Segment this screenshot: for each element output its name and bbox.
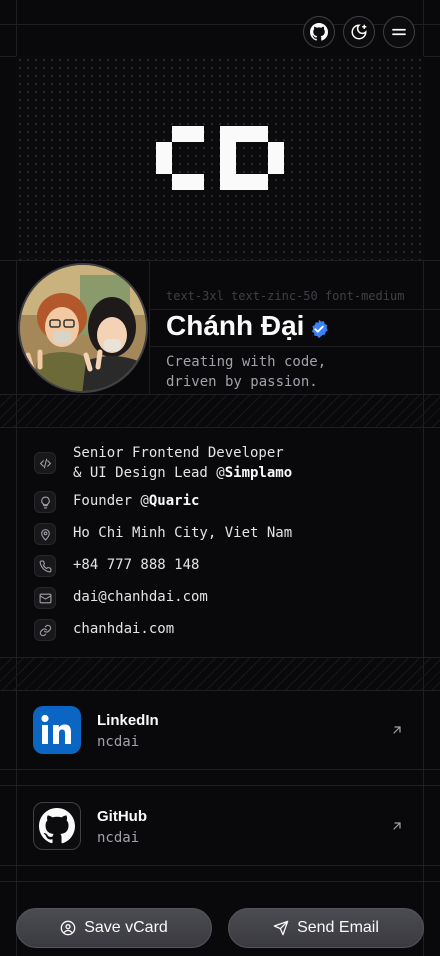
menu-button[interactable] — [383, 16, 415, 48]
send-email-label: Send Email — [297, 919, 379, 936]
save-vcard-button[interactable]: Save vCard — [16, 908, 212, 948]
theme-toggle-icon — [351, 24, 367, 40]
code-icon — [34, 452, 56, 474]
grid-line — [0, 260, 440, 261]
lightbulb-icon — [34, 491, 56, 513]
detail-founder: Founder @Quaric — [34, 491, 199, 513]
github-button[interactable] — [303, 16, 335, 48]
external-link-icon — [393, 726, 401, 734]
separator-hatch — [0, 395, 440, 427]
phone-link[interactable]: +84 777 888 148 — [73, 555, 199, 575]
linkedin-icon — [33, 706, 81, 754]
grid-line — [149, 260, 150, 394]
social-handle: ncdai — [97, 830, 140, 846]
link-icon — [34, 619, 56, 641]
location-text: Ho Chi Minh City, Viet Nam — [73, 525, 293, 541]
detail-phone[interactable]: +84 777 888 148 — [34, 555, 199, 577]
external-link-icon — [393, 822, 401, 830]
send-icon — [273, 920, 289, 936]
detail-email[interactable]: dai@chanhdai.com — [34, 587, 208, 609]
founder-label: Founder @ — [73, 493, 149, 509]
founder-company-link[interactable]: Quaric — [149, 493, 200, 509]
grid-line — [0, 769, 440, 770]
role-title: Senior Frontend Developer — [73, 445, 284, 461]
role-line: & UI Design Lead @ — [73, 465, 225, 481]
hero-banner — [16, 56, 424, 260]
detail-role: Senior Frontend Developer & UI Design Le… — [34, 443, 292, 483]
company-link[interactable]: Simplamo — [225, 465, 292, 481]
grid-line — [0, 785, 440, 786]
brand-logo-icon — [156, 126, 284, 190]
flip-sentence: text-3xl text-zinc-50 font-medium — [166, 289, 405, 303]
grid-line — [149, 346, 440, 347]
email-link[interactable]: dai@chanhdai.com — [73, 587, 208, 607]
grid-line — [0, 881, 440, 882]
social-name: LinkedIn — [97, 712, 159, 729]
tagline-line: driven by passion. — [166, 374, 318, 390]
detail-location: Ho Chi Minh City, Viet Nam — [34, 523, 292, 545]
avatar-illustration-icon — [20, 265, 146, 391]
theme-toggle-button[interactable] — [343, 16, 375, 48]
grid-line — [0, 427, 440, 428]
user-circle-icon — [60, 920, 76, 936]
tagline-line: Creating with code, — [166, 354, 327, 370]
social-link-linkedin[interactable]: LinkedIn ncdai — [17, 691, 423, 769]
github-icon — [310, 23, 328, 41]
map-pin-icon — [34, 523, 56, 545]
website-link[interactable]: chanhdai.com — [73, 619, 174, 639]
menu-icon — [392, 28, 406, 36]
separator-hatch — [0, 658, 440, 690]
github-icon — [33, 802, 81, 850]
verified-badge-icon — [311, 319, 328, 339]
top-bar — [0, 0, 440, 56]
phone-icon — [34, 555, 56, 577]
profile-tagline: Creating with code, driven by passion. — [166, 352, 416, 392]
save-vcard-label: Save vCard — [84, 919, 168, 936]
mail-icon — [34, 587, 56, 609]
detail-website[interactable]: chanhdai.com — [34, 619, 174, 641]
send-email-button[interactable]: Send Email — [228, 908, 424, 948]
social-name: GitHub — [97, 808, 147, 825]
grid-line — [0, 865, 440, 866]
profile-name: Chánh Đại — [166, 310, 305, 341]
social-link-github[interactable]: GitHub ncdai — [17, 787, 423, 865]
avatar — [18, 263, 148, 393]
social-handle: ncdai — [97, 734, 140, 750]
